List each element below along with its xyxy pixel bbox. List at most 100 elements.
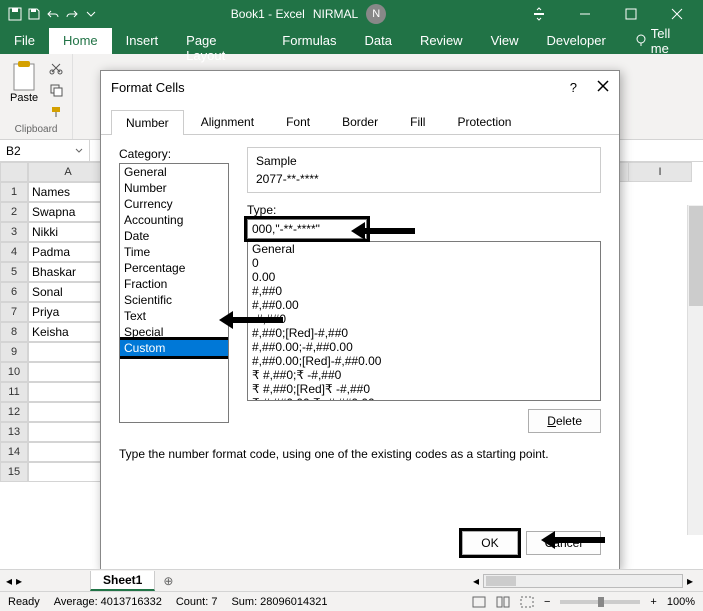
row-header[interactable]: 10 <box>0 362 28 382</box>
redo-icon[interactable] <box>63 5 81 23</box>
dialog-tab-border[interactable]: Border <box>327 109 393 134</box>
maximize-icon[interactable] <box>609 0 653 28</box>
cell[interactable]: Priya <box>28 302 108 322</box>
sheet-nav-next-icon[interactable]: ▸ <box>16 574 22 588</box>
cell[interactable]: Keisha <box>28 322 108 342</box>
tab-insert[interactable]: Insert <box>112 28 173 54</box>
category-list[interactable]: General Number Currency Accounting Date … <box>119 163 229 423</box>
row-header[interactable]: 6 <box>0 282 28 302</box>
row-header[interactable]: 4 <box>0 242 28 262</box>
tab-home[interactable]: Home <box>49 28 112 54</box>
dialog-tab-alignment[interactable]: Alignment <box>186 109 269 134</box>
type-item[interactable]: #,##0.00 <box>248 298 600 312</box>
row-header[interactable]: 7 <box>0 302 28 322</box>
tab-file[interactable]: File <box>0 28 49 54</box>
cat-item-number[interactable]: Number <box>120 180 228 196</box>
name-box[interactable]: B2 <box>0 140 90 161</box>
zoom-in-icon[interactable]: + <box>650 596 656 608</box>
delete-button[interactable]: Delete <box>528 409 601 433</box>
cell[interactable] <box>28 422 108 442</box>
row-header[interactable]: 5 <box>0 262 28 282</box>
zoom-slider[interactable] <box>560 600 640 604</box>
vertical-scrollbar[interactable] <box>687 205 703 535</box>
zoom-out-icon[interactable]: − <box>544 596 550 608</box>
zoom-level[interactable]: 100% <box>667 596 695 608</box>
cell[interactable] <box>28 382 108 402</box>
type-item[interactable]: #,##0.00;[Red]-#,##0.00 <box>248 354 600 368</box>
cat-item-fraction[interactable]: Fraction <box>120 276 228 292</box>
cat-item-date[interactable]: Date <box>120 228 228 244</box>
cell[interactable]: Names <box>28 182 108 202</box>
save-icon[interactable] <box>25 5 43 23</box>
row-header[interactable]: 14 <box>0 442 28 462</box>
select-all-corner[interactable] <box>0 162 28 182</box>
tab-review[interactable]: Review <box>406 28 477 54</box>
col-header[interactable]: A <box>28 162 108 182</box>
dialog-tab-protection[interactable]: Protection <box>442 109 526 134</box>
row-header[interactable]: 1 <box>0 182 28 202</box>
view-pagebreak-icon[interactable] <box>520 596 534 608</box>
cat-item-percentage[interactable]: Percentage <box>120 260 228 276</box>
cat-item-general[interactable]: General <box>120 164 228 180</box>
type-item[interactable]: 0 <box>248 256 600 270</box>
type-item[interactable]: #,##0 <box>248 284 600 298</box>
zoom-thumb[interactable] <box>598 597 604 607</box>
autosave-icon[interactable] <box>6 5 24 23</box>
horizontal-scrollbar[interactable] <box>483 574 683 588</box>
cut-icon[interactable] <box>46 58 66 78</box>
view-normal-icon[interactable] <box>472 596 486 608</box>
row-header[interactable]: 8 <box>0 322 28 342</box>
cell[interactable]: Bhaskar <box>28 262 108 282</box>
cell[interactable] <box>28 402 108 422</box>
row-header[interactable]: 13 <box>0 422 28 442</box>
paste-button[interactable]: Paste <box>6 58 42 122</box>
cat-item-accounting[interactable]: Accounting <box>120 212 228 228</box>
dialog-tab-font[interactable]: Font <box>271 109 325 134</box>
cell[interactable]: Nikki <box>28 222 108 242</box>
type-item[interactable]: ₹ #,##0;[Red]₹ -#,##0 <box>248 382 600 396</box>
type-item[interactable]: #,##0.00;-#,##0.00 <box>248 340 600 354</box>
cat-item-text[interactable]: Text <box>120 308 228 324</box>
dialog-tab-fill[interactable]: Fill <box>395 109 440 134</box>
type-item[interactable]: -#,##0 <box>248 312 600 326</box>
dialog-close-icon[interactable] <box>597 80 609 95</box>
ok-button[interactable]: OK <box>462 531 517 555</box>
cell[interactable] <box>28 342 108 362</box>
cell[interactable]: Swapna <box>28 202 108 222</box>
hscroll-right-icon[interactable]: ▸ <box>687 574 693 588</box>
hscroll-left-icon[interactable]: ◂ <box>473 574 479 588</box>
type-item[interactable]: ₹ #,##0.00;₹ -#,##0.00 <box>248 396 600 401</box>
type-list[interactable]: General 0 0.00 #,##0 #,##0.00 -#,##0 #,#… <box>247 241 601 401</box>
type-input[interactable] <box>247 219 367 239</box>
format-painter-icon[interactable] <box>46 102 66 122</box>
cat-item-special[interactable]: Special <box>120 324 228 340</box>
type-item[interactable]: 0.00 <box>248 270 600 284</box>
row-header[interactable]: 9 <box>0 342 28 362</box>
ribbon-options-icon[interactable] <box>517 0 561 28</box>
close-icon[interactable] <box>655 0 699 28</box>
cell[interactable]: Padma <box>28 242 108 262</box>
col-header[interactable]: I <box>628 162 692 182</box>
row-header[interactable]: 2 <box>0 202 28 222</box>
tab-view[interactable]: View <box>477 28 533 54</box>
sheet-nav-prev-icon[interactable]: ◂ <box>6 574 12 588</box>
cat-item-scientific[interactable]: Scientific <box>120 292 228 308</box>
cat-item-currency[interactable]: Currency <box>120 196 228 212</box>
cell[interactable] <box>28 462 108 482</box>
type-item[interactable]: General <box>248 242 600 256</box>
row-header[interactable]: 15 <box>0 462 28 482</box>
undo-icon[interactable] <box>44 5 62 23</box>
cat-item-custom[interactable]: Custom <box>120 340 228 356</box>
cell[interactable]: Sonal <box>28 282 108 302</box>
row-header[interactable]: 3 <box>0 222 28 242</box>
tab-page-layout[interactable]: Page Layout <box>172 28 268 54</box>
tab-formulas[interactable]: Formulas <box>268 28 350 54</box>
row-header[interactable]: 12 <box>0 402 28 422</box>
qat-customize-icon[interactable] <box>82 5 100 23</box>
type-item[interactable]: ₹ #,##0;₹ -#,##0 <box>248 368 600 382</box>
scrollbar-thumb[interactable] <box>486 576 516 586</box>
type-item[interactable]: #,##0;[Red]-#,##0 <box>248 326 600 340</box>
minimize-icon[interactable] <box>563 0 607 28</box>
scrollbar-thumb[interactable] <box>689 206 703 306</box>
tab-data[interactable]: Data <box>350 28 405 54</box>
